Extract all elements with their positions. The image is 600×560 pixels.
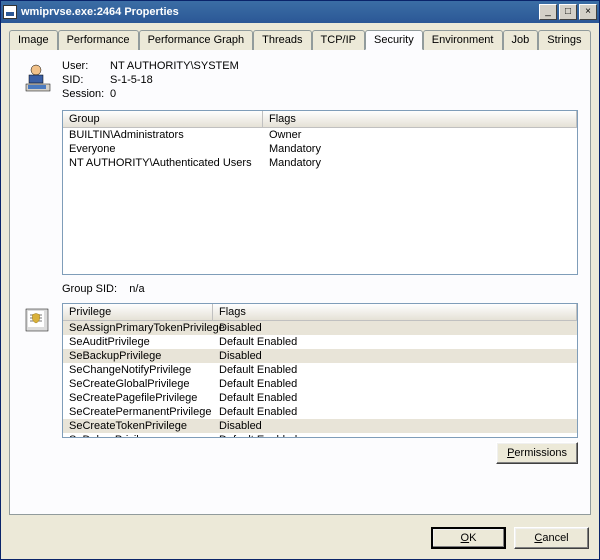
tab-environment[interactable]: Environment [423,30,503,50]
table-row[interactable]: BUILTIN\AdministratorsOwner [63,128,577,142]
tab-image[interactable]: Image [9,30,58,50]
session-value: 0 [110,88,239,100]
sid-label: SID: [62,74,110,86]
privileges-icon [22,303,54,335]
close-button[interactable]: × [579,4,597,20]
tab-tcp-ip[interactable]: TCP/IP [312,30,365,50]
table-row[interactable]: SeDebugPrivilegeDefault Enabled [63,433,577,438]
window-title: wmiprvse.exe:2464 Properties [21,6,539,18]
user-value: NT AUTHORITY\SYSTEM [110,60,239,72]
titlebar[interactable]: wmiprvse.exe:2464 Properties _ □ × [1,1,599,23]
tab-threads[interactable]: Threads [253,30,311,50]
table-row[interactable]: EveryoneMandatory [63,142,577,156]
table-row[interactable]: SeAssignPrimaryTokenPrivilegeDisabled [63,321,577,335]
groups-list[interactable]: Group Flags BUILTIN\AdministratorsOwnerE… [62,110,578,275]
table-row[interactable]: SeCreateTokenPrivilegeDisabled [63,419,577,433]
table-row[interactable]: SeAuditPrivilegeDefault Enabled [63,335,577,349]
groups-col-flags[interactable]: Flags [263,111,577,127]
table-row[interactable]: SeChangeNotifyPrivilegeDefault Enabled [63,363,577,377]
cancel-button[interactable]: Cancel [514,527,589,549]
maximize-button[interactable]: □ [559,4,577,20]
user-label: User: [62,60,110,72]
ok-button[interactable]: OK [431,527,506,549]
table-row[interactable]: NT AUTHORITY\Authenticated UsersMandator… [63,156,577,170]
tab-performance-graph[interactable]: Performance Graph [139,30,254,50]
tab-strings[interactable]: Strings [538,30,590,50]
priv-col-privilege[interactable]: Privilege [63,304,213,320]
sid-value: S-1-5-18 [110,74,239,86]
tab-job[interactable]: Job [503,30,539,50]
session-label: Session: [62,88,110,100]
table-row[interactable]: SeBackupPrivilegeDisabled [63,349,577,363]
tab-performance[interactable]: Performance [58,30,139,50]
group-sid-value: n/a [129,283,144,295]
permissions-button[interactable]: Permissions [496,442,578,464]
tab-security[interactable]: Security [365,30,423,50]
tab-strip: ImagePerformancePerformance GraphThreads… [9,29,591,50]
table-row[interactable]: SeCreatePagefilePrivilegeDefault Enabled [63,391,577,405]
groups-col-group[interactable]: Group [63,111,263,127]
minimize-button[interactable]: _ [539,4,557,20]
table-row[interactable]: SeCreateGlobalPrivilegeDefault Enabled [63,377,577,391]
user-icon [22,62,54,94]
app-icon [3,5,17,19]
properties-window: wmiprvse.exe:2464 Properties _ □ × Image… [0,0,600,560]
priv-col-flags[interactable]: Flags [213,304,577,320]
table-row[interactable]: SeCreatePermanentPrivilegeDefault Enable… [63,405,577,419]
group-sid-label: Group SID: [62,283,117,295]
privileges-list[interactable]: Privilege Flags SeAssignPrimaryTokenPriv… [62,303,578,438]
tab-page-security: User: NT AUTHORITY\SYSTEM SID: S-1-5-18 … [9,50,591,515]
